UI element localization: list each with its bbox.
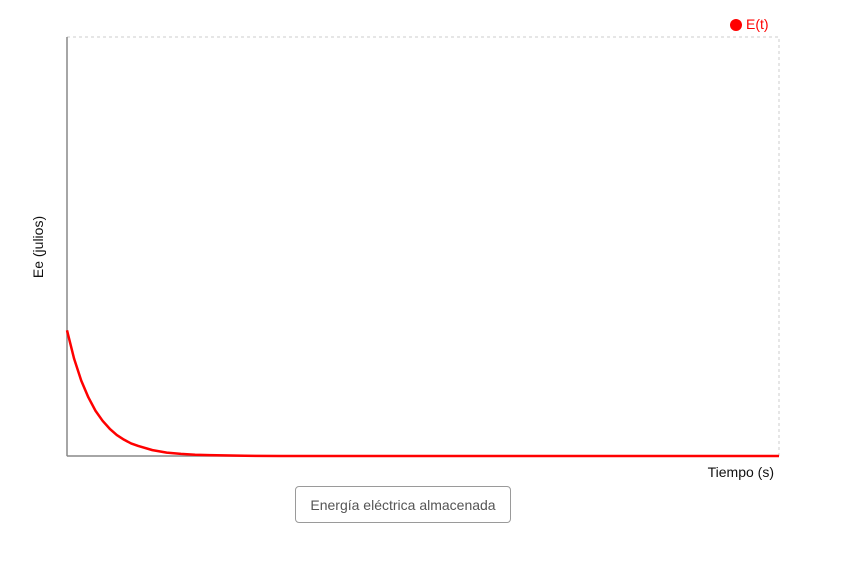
legend-label: E(t) (746, 16, 769, 32)
y-axis-label: Ee (julios) (30, 216, 46, 278)
series-layer (65, 329, 779, 458)
chart: E(t) Tiempo (s) Ee (julios) (30, 16, 780, 480)
plot-frame (66, 36, 780, 457)
legend-marker (730, 19, 742, 31)
stored-energy-button[interactable]: Energía eléctrica almacenada (295, 486, 511, 523)
x-axis-label: Tiempo (s) (708, 464, 774, 480)
series-line-0 (65, 329, 779, 458)
